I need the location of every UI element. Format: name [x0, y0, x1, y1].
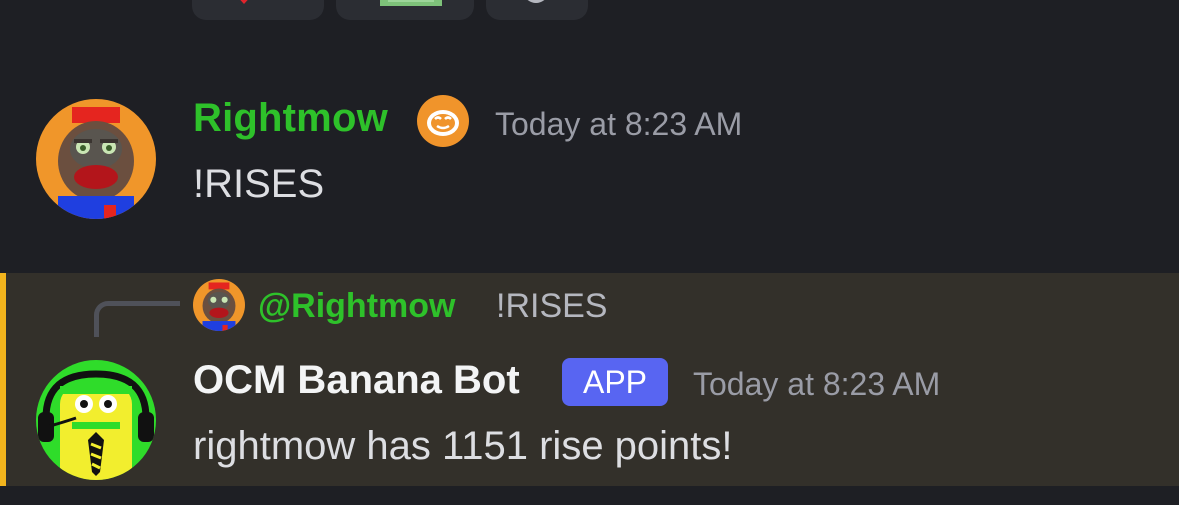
- reply-avatar[interactable]: [193, 279, 245, 331]
- username[interactable]: Rightmow: [193, 96, 388, 141]
- red-heart-emoji-icon: [240, 0, 248, 4]
- banana-bot-avatar-icon: [36, 360, 156, 480]
- money-emoji-icon: [380, 0, 442, 6]
- reply-connector: [94, 301, 180, 337]
- reaction-money[interactable]: [336, 0, 474, 20]
- bot-avatar[interactable]: [36, 360, 156, 480]
- monkey-avatar-icon: [36, 99, 156, 219]
- reaction-bar: [192, 0, 612, 20]
- reply-text[interactable]: !RISES: [496, 287, 607, 326]
- bot-message-text: rightmow has 1151 rise points!: [193, 424, 733, 468]
- bot-username[interactable]: OCM Banana Bot: [193, 358, 520, 403]
- add-reaction-icon: [527, 0, 545, 3]
- bot-message-timestamp: Today at 8:23 AM: [693, 366, 941, 402]
- message-text: !RISES: [193, 162, 325, 206]
- orange-monkey-role-icon[interactable]: [417, 95, 469, 147]
- app-badge: APP: [562, 358, 668, 406]
- monkey-avatar-icon: [193, 279, 245, 331]
- reaction-heart[interactable]: [192, 0, 324, 20]
- message-rightmow: [0, 80, 1179, 240]
- add-reaction-button[interactable]: [486, 0, 588, 20]
- mention-highlight-bar: [0, 273, 6, 486]
- message-timestamp: Today at 8:23 AM: [495, 106, 743, 142]
- user-avatar[interactable]: [36, 99, 156, 219]
- reply-mention[interactable]: @Rightmow: [258, 287, 455, 326]
